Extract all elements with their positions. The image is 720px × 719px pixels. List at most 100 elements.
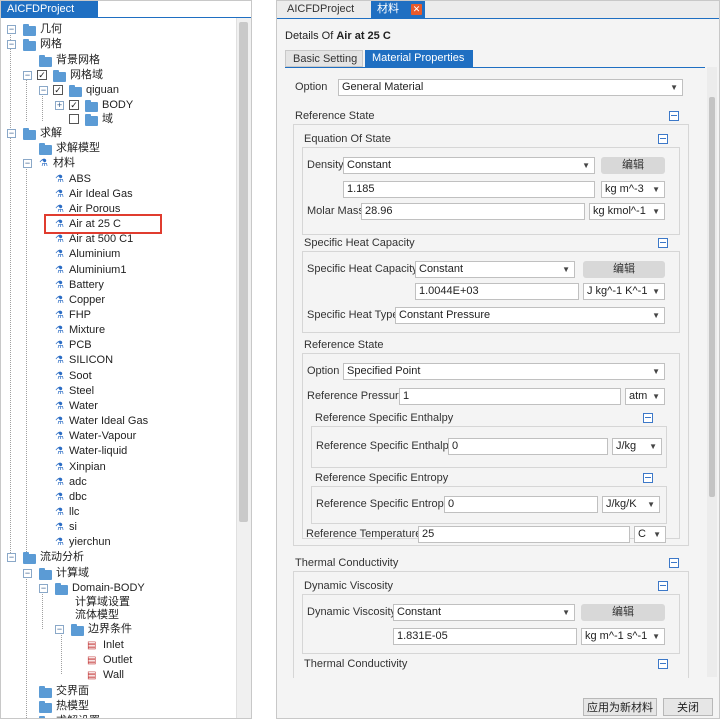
shc-value-field[interactable]: 1.0044E+03 (415, 283, 579, 300)
tree-item[interactable]: − ⚗ 材料 (1, 156, 237, 171)
tree-item[interactable]: ▤ Outlet (1, 653, 237, 668)
tree-item[interactable]: ⚗ llc (1, 505, 237, 520)
tree-item[interactable]: 域 (1, 112, 237, 127)
checkbox[interactable] (69, 114, 79, 124)
dyn-visc-field[interactable]: 1.831E-05 (393, 628, 577, 645)
collapse-icon[interactable]: − (55, 625, 64, 634)
tree-item[interactable]: ▤ Inlet (1, 638, 237, 653)
ref-option-select[interactable]: Specified Point ▼ (343, 363, 665, 380)
density-unit-select[interactable]: kg m^-3 ▼ (601, 181, 665, 198)
tree-item[interactable]: ⚗ si (1, 520, 237, 535)
collapse-eos-icon[interactable] (658, 134, 668, 144)
tree-item[interactable]: ⚗ Battery (1, 278, 237, 293)
collapse-icon[interactable]: − (7, 129, 16, 138)
tree-item[interactable]: ⚗ Water-Vapour (1, 429, 237, 444)
tree-item[interactable]: ⚗ Soot (1, 369, 237, 384)
ref-pressure-field[interactable]: 1 (399, 388, 621, 405)
density-value-field[interactable]: 1.185 (343, 181, 595, 198)
tree-item[interactable]: ⚗ Mixture (1, 323, 237, 338)
tree-item[interactable]: ⚗ Steel (1, 384, 237, 399)
tree-item[interactable]: ⚗ Water Ideal Gas (1, 414, 237, 429)
tree-item[interactable]: ⚗ Water (1, 399, 237, 414)
tree-item[interactable]: − 网格 (1, 37, 237, 52)
tree-scrollbar[interactable] (236, 18, 251, 718)
tree-item[interactable]: ⚗ Air Ideal Gas (1, 187, 237, 202)
ref-temp-unit-select[interactable]: C ▼ (634, 526, 666, 543)
close-button[interactable]: 关闭 (663, 698, 713, 716)
enthalpy-field[interactable]: 0 (448, 438, 608, 455)
density-edit-button[interactable]: 编辑 (601, 157, 665, 174)
collapse-icon[interactable]: − (23, 569, 32, 578)
collapse-icon[interactable]: − (23, 71, 32, 80)
entropy-field[interactable]: 0 (444, 496, 598, 513)
dyn-visc-edit-button[interactable]: 编辑 (581, 604, 665, 621)
tree-item[interactable]: − ✓ 网格域 (1, 68, 237, 83)
ref-pressure-unit-select[interactable]: atm ▼ (625, 388, 665, 405)
expand-icon[interactable]: + (55, 101, 64, 110)
shc-select[interactable]: Constant ▼ (415, 261, 575, 278)
tree-item[interactable]: ⚗ yierchun (1, 535, 237, 550)
checkbox[interactable]: ✓ (37, 70, 47, 80)
tree-item[interactable]: ⚗ SILICON (1, 353, 237, 368)
shc-unit-select[interactable]: J kg^-1 K^-1 ▼ (583, 283, 665, 300)
collapse-dyn-visc-icon[interactable] (658, 581, 668, 591)
collapse-reference-state-icon[interactable] (669, 111, 679, 121)
entropy-unit-select[interactable]: J/kg/K ▼ (602, 496, 660, 513)
collapse-tc-icon[interactable] (658, 659, 668, 669)
collapse-icon[interactable]: − (7, 553, 16, 562)
tree-item[interactable]: ⚗ PCB (1, 338, 237, 353)
tree-item[interactable]: ⚗ dbc (1, 490, 237, 505)
enthalpy-unit-select[interactable]: J/kg ▼ (612, 438, 662, 455)
apply-as-new-material-button[interactable]: 应用为新材料 (583, 698, 657, 716)
tree-item[interactable]: ⚗ Aluminium1 (1, 263, 237, 278)
shc-edit-button[interactable]: 编辑 (583, 261, 665, 278)
tree-item[interactable]: − 边界条件 (1, 622, 237, 637)
molar-mass-field[interactable]: 28.96 (361, 203, 585, 220)
collapse-icon[interactable]: − (23, 159, 32, 168)
tree-item[interactable]: ⚗ ABS (1, 172, 237, 187)
tab-material[interactable]: 材料 ✕ (371, 1, 425, 18)
dyn-visc-unit-select[interactable]: kg m^-1 s^-1 ▼ (581, 628, 665, 645)
tree-item[interactable]: 求解设置 (1, 714, 237, 718)
tab-material-properties[interactable]: Material Properties (365, 50, 473, 67)
collapse-thermal-icon[interactable] (669, 558, 679, 568)
dyn-visc-select[interactable]: Constant ▼ (393, 604, 575, 621)
tree-item[interactable]: 交界面 (1, 684, 237, 699)
tree-item[interactable]: + ✓ BODY (1, 98, 237, 113)
tree-item[interactable]: 背景网格 (1, 53, 237, 68)
collapse-enthalpy-icon[interactable] (643, 413, 653, 423)
tree-item[interactable]: ⚗ Water-liquid (1, 444, 237, 459)
tree-item[interactable]: ⚗ Aluminium (1, 247, 237, 262)
shc-type-select[interactable]: Constant Pressure ▼ (395, 307, 665, 324)
checkbox[interactable]: ✓ (69, 100, 79, 110)
tree-item[interactable]: − Domain-BODY (1, 581, 237, 596)
tree-item[interactable]: − 计算域 (1, 566, 237, 581)
ref-temp-field[interactable]: 25 (418, 526, 630, 543)
tree-item[interactable]: ⚗ adc (1, 475, 237, 490)
tree-item[interactable]: − 流动分析 (1, 550, 237, 565)
tree-item[interactable]: 求解模型 (1, 141, 237, 156)
tree-item[interactable]: − ✓ qiguan (1, 83, 237, 98)
tab-aicfdproject[interactable]: AICFDProject (281, 1, 371, 18)
tree-item[interactable]: − 求解 (1, 126, 237, 141)
collapse-icon[interactable]: − (7, 25, 16, 34)
molar-mass-unit-select[interactable]: kg kmol^-1 ▼ (589, 203, 665, 220)
tree-item[interactable]: ⚗ Xinpian (1, 460, 237, 475)
tree-item[interactable]: ⚗ FHP (1, 308, 237, 323)
tree-item[interactable]: 流体模型 (1, 608, 237, 623)
collapse-icon[interactable]: − (7, 40, 16, 49)
project-tab[interactable]: AICFDProject (1, 1, 98, 18)
collapse-icon[interactable]: − (39, 584, 48, 593)
tree-item[interactable]: 热模型 (1, 699, 237, 714)
option-select[interactable]: General Material ▼ (338, 79, 683, 96)
details-scrollbar[interactable] (707, 67, 717, 677)
tree-item[interactable]: ⚗ Copper (1, 293, 237, 308)
tab-basic-setting[interactable]: Basic Setting (285, 50, 363, 67)
tree-item[interactable]: − 几何 (1, 22, 237, 37)
density-select[interactable]: Constant ▼ (343, 157, 595, 174)
tree-scrollbar-thumb[interactable] (239, 22, 248, 522)
tree-item[interactable]: ▤ Wall (1, 668, 237, 683)
collapse-entropy-icon[interactable] (643, 473, 653, 483)
collapse-shc-icon[interactable] (658, 238, 668, 248)
checkbox[interactable]: ✓ (53, 85, 63, 95)
